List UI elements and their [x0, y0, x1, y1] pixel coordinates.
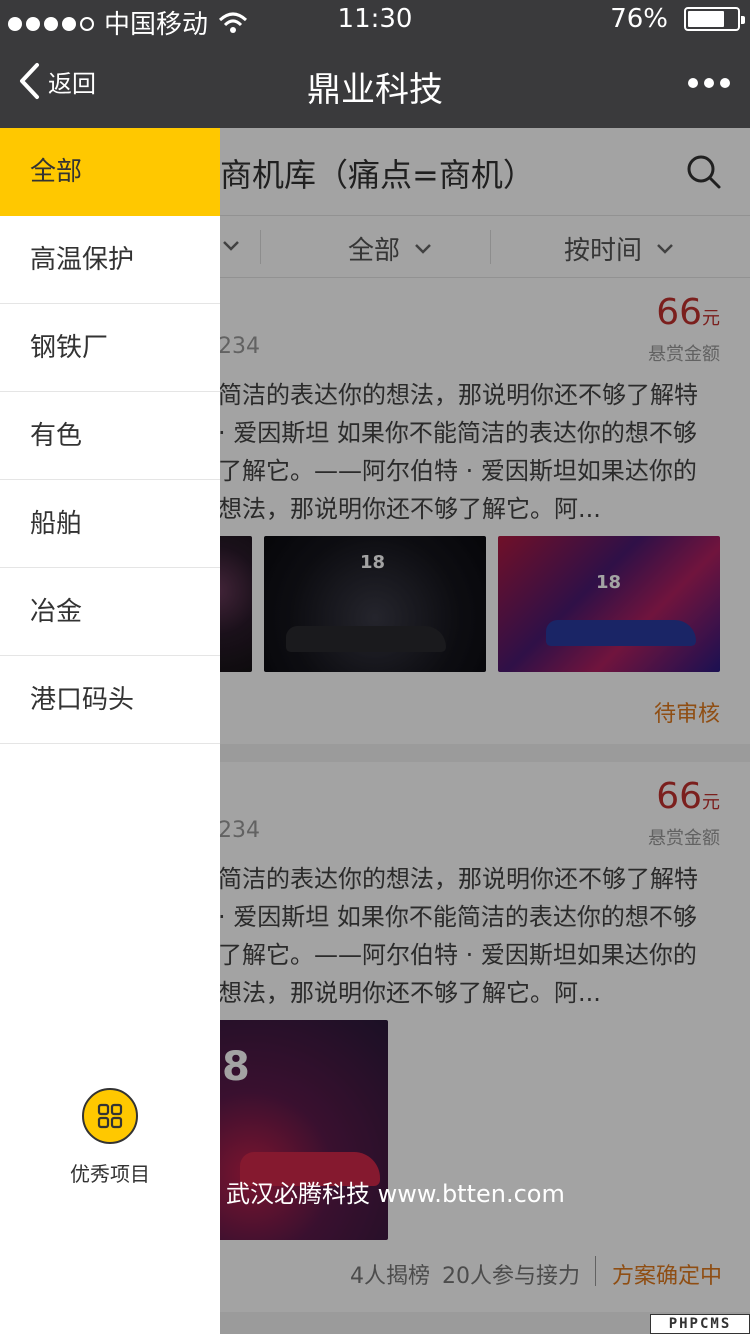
grid-icon: [82, 1088, 138, 1144]
drawer-item-port-terminal[interactable]: 港口码头: [0, 656, 220, 744]
drawer-item-steel-plant[interactable]: 钢铁厂: [0, 304, 220, 392]
drawer-item-nonferrous[interactable]: 有色: [0, 392, 220, 480]
battery-percentage: 76%: [610, 4, 668, 34]
drawer-item-shipping[interactable]: 船舶: [0, 480, 220, 568]
drawer-item-metallurgy[interactable]: 冶金: [0, 568, 220, 656]
watermark: 武汉必腾科技 www.btten.com: [226, 1180, 565, 1208]
status-bar: 中国移动 11:30 76%: [0, 0, 750, 40]
page-title: 鼎业科技: [307, 70, 443, 110]
corner-logo: PHPCMS: [650, 1314, 750, 1334]
navigation-bar: 返回 鼎业科技: [0, 40, 750, 128]
drawer-item-high-temp-protection[interactable]: 高温保护: [0, 216, 220, 304]
featured-projects-button[interactable]: 优秀项目: [0, 1088, 220, 1187]
more-menu-icon[interactable]: [688, 78, 730, 88]
drawer-item-all[interactable]: 全部: [0, 128, 220, 216]
battery-icon: [684, 7, 745, 31]
featured-projects-label: 优秀项目: [70, 1162, 150, 1186]
category-drawer: 全部 高温保护 钢铁厂 有色 船舶 冶金 港口码头 优秀项目: [0, 128, 220, 1334]
